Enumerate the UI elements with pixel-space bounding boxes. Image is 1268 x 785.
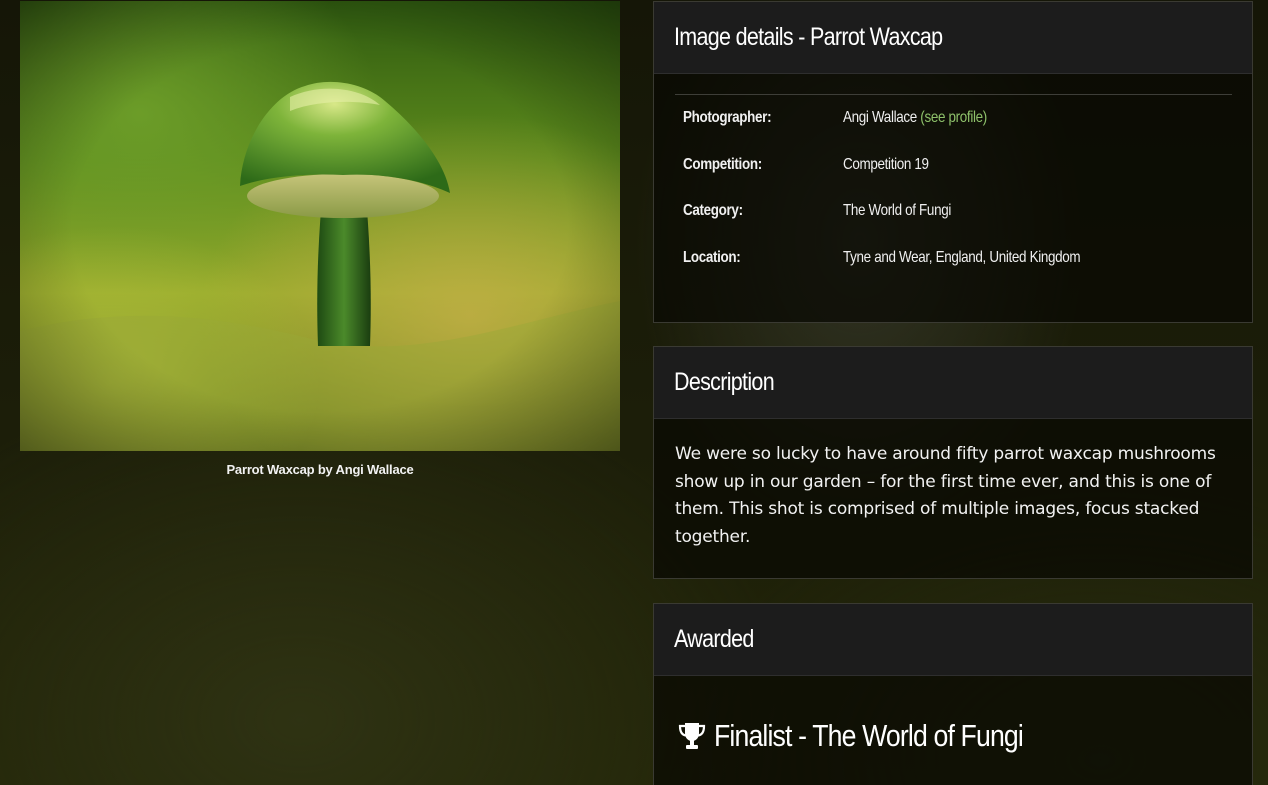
awarded-header: Awarded xyxy=(654,604,1252,676)
image-details-header: Image details - Parrot Waxcap xyxy=(654,2,1252,74)
detail-label: Location: xyxy=(683,248,741,266)
detail-value: The World of Fungi xyxy=(843,202,952,220)
award-label: Finalist - The World of Fungi xyxy=(714,718,1024,753)
image-details-title: Image details - Parrot Waxcap xyxy=(674,23,943,51)
detail-row-location: Location: Tyne and Wear, England, United… xyxy=(683,235,1232,282)
details-list: Photographer: Angi Wallace (see profile)… xyxy=(654,74,1252,281)
photo-caption: Parrot Waxcap by Angi Wallace xyxy=(226,462,414,477)
description-title: Description xyxy=(674,368,775,396)
detail-row-photographer: Photographer: Angi Wallace (see profile) xyxy=(683,95,1232,142)
description-panel: Description We were so lucky to have aro… xyxy=(653,346,1253,579)
image-details-panel: Image details - Parrot Waxcap Photograph… xyxy=(653,1,1253,323)
mushroom-photo-image xyxy=(20,1,620,451)
detail-label: Category: xyxy=(683,202,743,220)
trophy-icon xyxy=(678,723,706,749)
awarded-title: Awarded xyxy=(674,625,754,653)
detail-value: Competition 19 xyxy=(843,155,929,173)
detail-row-competition: Competition: Competition 19 xyxy=(683,142,1232,189)
photo[interactable] xyxy=(20,1,620,451)
detail-label: Competition: xyxy=(683,155,762,173)
detail-value: Angi Wallace (see profile) xyxy=(843,109,987,127)
description-header: Description xyxy=(654,347,1252,419)
photographer-name: Angi Wallace xyxy=(843,109,917,127)
description-text: We were so lucky to have around fifty pa… xyxy=(675,444,1216,547)
see-profile-link[interactable]: (see profile) xyxy=(920,109,987,126)
award-entry: Finalist - The World of Fungi xyxy=(654,676,1252,754)
detail-value: Tyne and Wear, England, United Kingdom xyxy=(843,248,1081,266)
detail-row-category: Category: The World of Fungi xyxy=(683,188,1232,235)
awarded-panel: Awarded Finalist - The World of Fungi xyxy=(653,603,1253,785)
detail-label: Photographer: xyxy=(683,109,772,127)
